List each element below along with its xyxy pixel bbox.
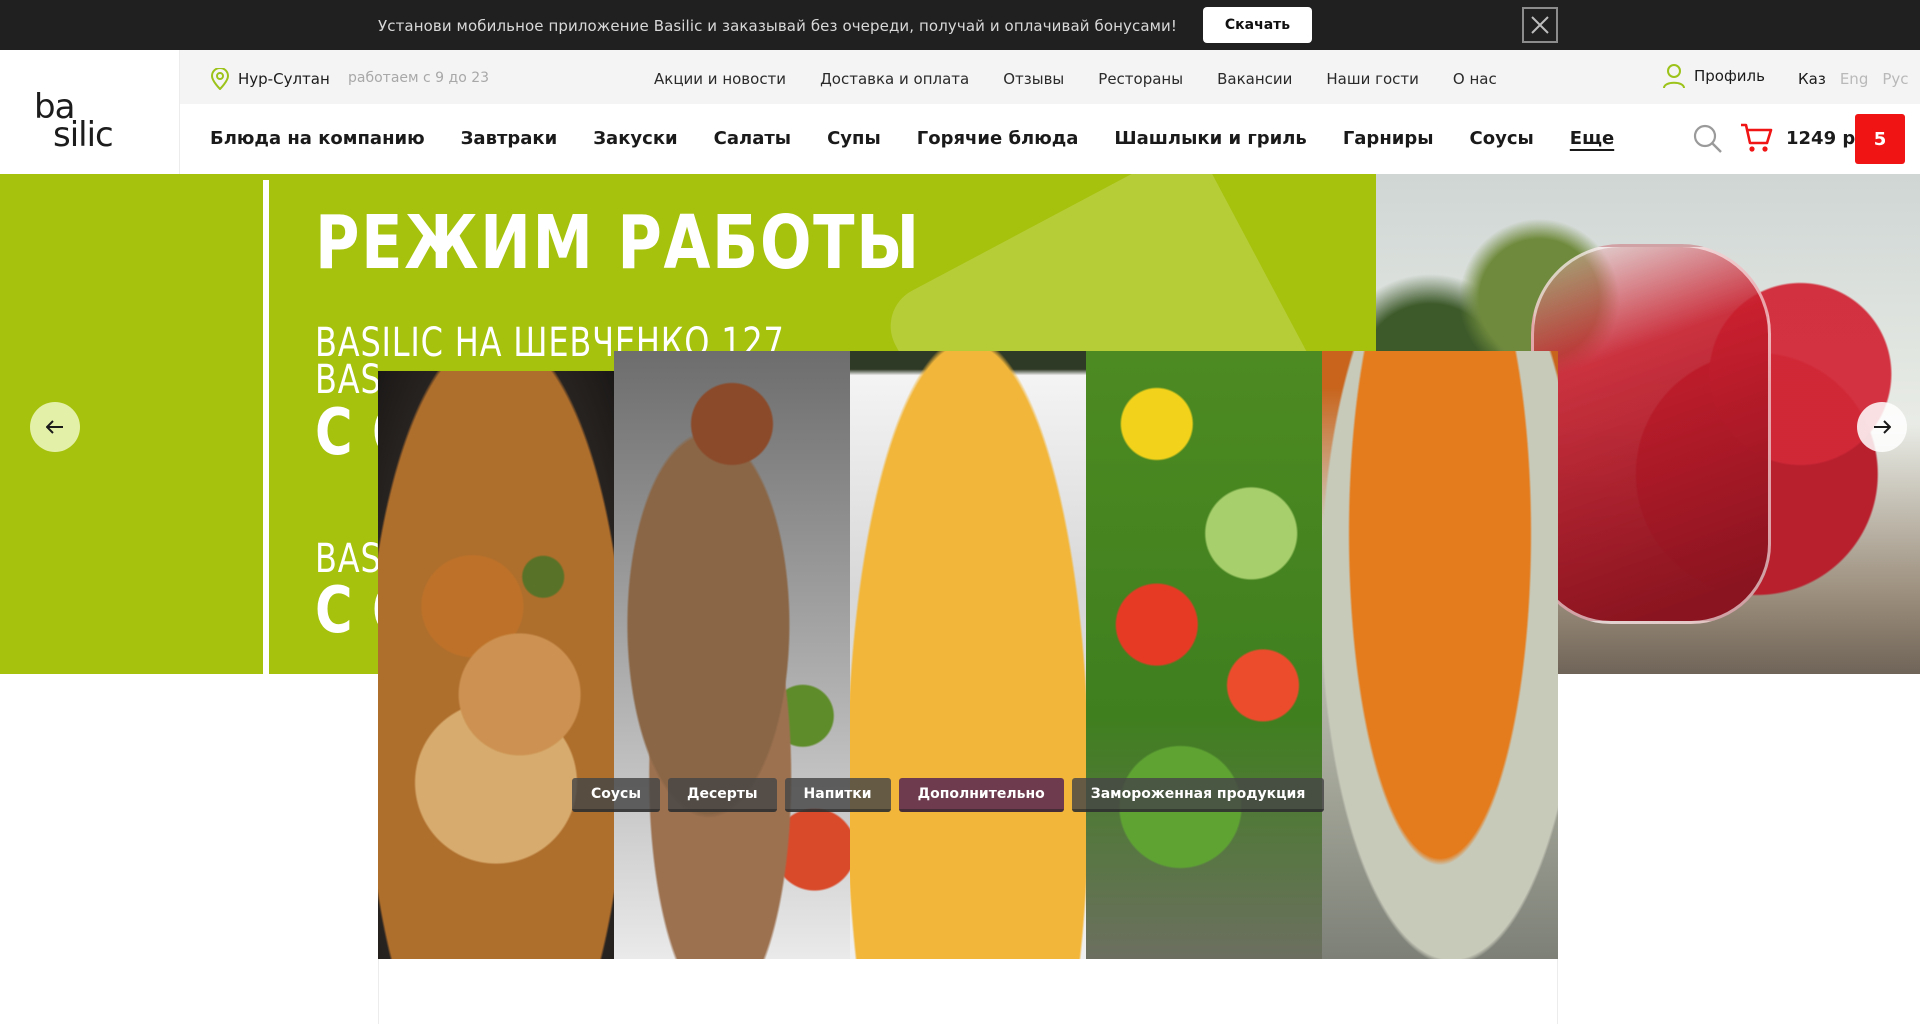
category-image-sides[interactable]: [850, 351, 1086, 959]
hero-divider: [263, 180, 269, 674]
lang-kaz[interactable]: Каз: [1798, 70, 1826, 88]
tag-drinks[interactable]: Напитки: [784, 778, 891, 812]
link-vacancies[interactable]: Вакансии: [1217, 70, 1292, 88]
content-sheet: [378, 959, 1558, 1024]
category-snacks[interactable]: Закуски: [593, 128, 677, 149]
download-app-button[interactable]: Скачать: [1203, 7, 1312, 43]
lang-eng[interactable]: Eng: [1840, 70, 1869, 88]
category-list: Блюда на компанию Завтраки Закуски Салат…: [210, 128, 1650, 149]
location-pin-icon: [210, 68, 230, 90]
slider-next-button[interactable]: [1857, 402, 1907, 452]
link-about[interactable]: О нас: [1453, 70, 1497, 88]
category-soups[interactable]: Супы: [827, 128, 881, 149]
top-links: Акции и новости Доставка и оплата Отзывы…: [654, 70, 1531, 88]
cart-total[interactable]: 1249 р: [1786, 128, 1855, 149]
arrow-right-icon: [1874, 420, 1891, 434]
working-hours: работаем с 9 до 23: [348, 70, 490, 86]
slider-prev-button[interactable]: [30, 402, 80, 452]
logo-text-bottom: silic: [53, 115, 114, 155]
category-image-hot-dishes[interactable]: [378, 371, 614, 959]
category-collage: [378, 351, 1558, 959]
category-nav: Блюда на компанию Завтраки Закуски Салат…: [180, 104, 1920, 174]
app-promo-bar: Установи мобильное приложение Basilic и …: [0, 0, 1920, 50]
cart-count-badge[interactable]: 5: [1855, 114, 1905, 164]
link-restaurants[interactable]: Рестораны: [1098, 70, 1183, 88]
link-reviews[interactable]: Отзывы: [1003, 70, 1064, 88]
profile-link[interactable]: Профиль: [1662, 63, 1765, 89]
hero-title: РЕЖИМ РАБОТЫ: [315, 200, 921, 286]
promo-text: Установи мобильное приложение Basilic и …: [378, 17, 1177, 35]
user-icon: [1663, 64, 1685, 89]
category-image-grill[interactable]: [614, 351, 850, 959]
city-name: Нур-Султан: [238, 70, 330, 88]
city-selector[interactable]: Нур-Султан: [210, 68, 330, 90]
tag-sauces[interactable]: Соусы: [572, 778, 660, 812]
link-delivery[interactable]: Доставка и оплата: [820, 70, 969, 88]
category-salads[interactable]: Салаты: [714, 128, 791, 149]
info-bar: Нур-Султан работаем с 9 до 23 Акции и но…: [180, 50, 1920, 104]
category-more[interactable]: Еще: [1570, 128, 1614, 149]
category-sauces[interactable]: Соусы: [1470, 128, 1534, 149]
logo[interactable]: ba silic: [0, 50, 180, 174]
cart-icon[interactable]: [1740, 122, 1774, 154]
category-image-salads[interactable]: [1086, 351, 1322, 959]
jug-image: [1531, 244, 1771, 624]
category-breakfast[interactable]: Завтраки: [461, 128, 558, 149]
language-switcher: Каз Eng Рус: [1798, 70, 1909, 88]
close-promo-button[interactable]: [1522, 7, 1558, 43]
arrow-left-icon: [46, 420, 63, 434]
category-hot-dishes[interactable]: Горячие блюда: [917, 128, 1079, 149]
category-tags: Соусы Десерты Напитки Дополнительно Замо…: [572, 778, 1325, 812]
category-sides[interactable]: Гарниры: [1343, 128, 1434, 149]
link-news[interactable]: Акции и новости: [654, 70, 786, 88]
close-icon: [1531, 16, 1549, 34]
search-icon[interactable]: [1693, 124, 1723, 154]
category-company[interactable]: Блюда на компанию: [210, 128, 425, 149]
category-grill[interactable]: Шашлыки и гриль: [1114, 128, 1306, 149]
link-guests[interactable]: Наши гости: [1326, 70, 1419, 88]
lang-rus[interactable]: Рус: [1882, 70, 1908, 88]
tag-desserts[interactable]: Десерты: [667, 778, 777, 812]
profile-label: Профиль: [1694, 67, 1765, 85]
tag-additional[interactable]: Дополнительно: [898, 778, 1064, 812]
tag-frozen[interactable]: Замороженная продукция: [1071, 778, 1325, 812]
category-image-soups[interactable]: [1322, 351, 1558, 959]
